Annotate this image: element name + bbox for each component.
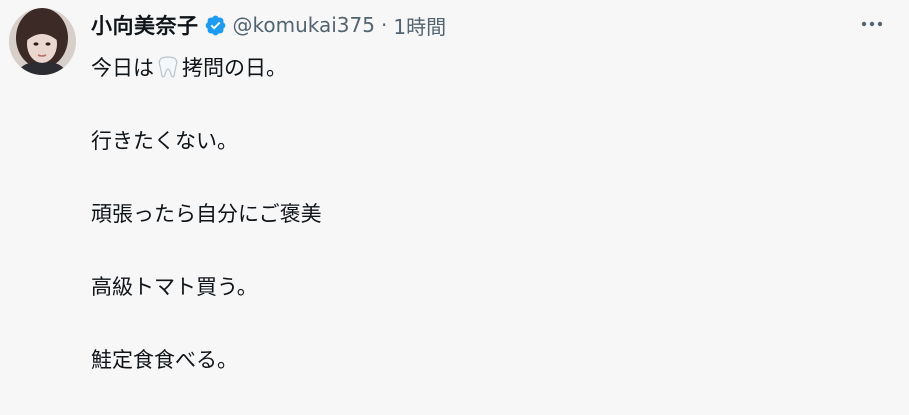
tweet-line-1-after: 拷問の日。 [182,56,287,80]
tweet-line-5: 鮭定食食べる。 [91,348,238,372]
more-horizontal-icon[interactable] [855,10,889,38]
tweet-line-1-before: 今日は [91,56,154,80]
tweet-line-2: 行きたくない。 [91,129,238,153]
tooth-emoji-icon [156,54,180,78]
tweet-card[interactable]: 小向美奈子 @komukai375 · 1時間 今日は 拷問の日。 行きたくない… [0,0,909,390]
verified-badge-icon[interactable] [204,14,227,37]
avatar[interactable] [9,8,76,75]
separator-dot: · [380,13,388,37]
tweet-line-4: 高級トマト買う。 [91,275,258,299]
tweet-header: 小向美奈子 @komukai375 · 1時間 [91,8,446,42]
timestamp[interactable]: 1時間 [393,11,446,40]
tweet-text: 今日は 拷問の日。 行きたくない。 頑張ったら自分にご褒美 高級トマト買う。 鮭… [91,50,881,415]
tweet-line-1: 今日は 拷問の日。 [91,50,881,86]
display-name[interactable]: 小向美奈子 [91,10,199,40]
tweet-line-3: 頑張ったら自分にご褒美 [91,202,322,226]
author-handle[interactable]: @komukai375 [233,13,375,37]
